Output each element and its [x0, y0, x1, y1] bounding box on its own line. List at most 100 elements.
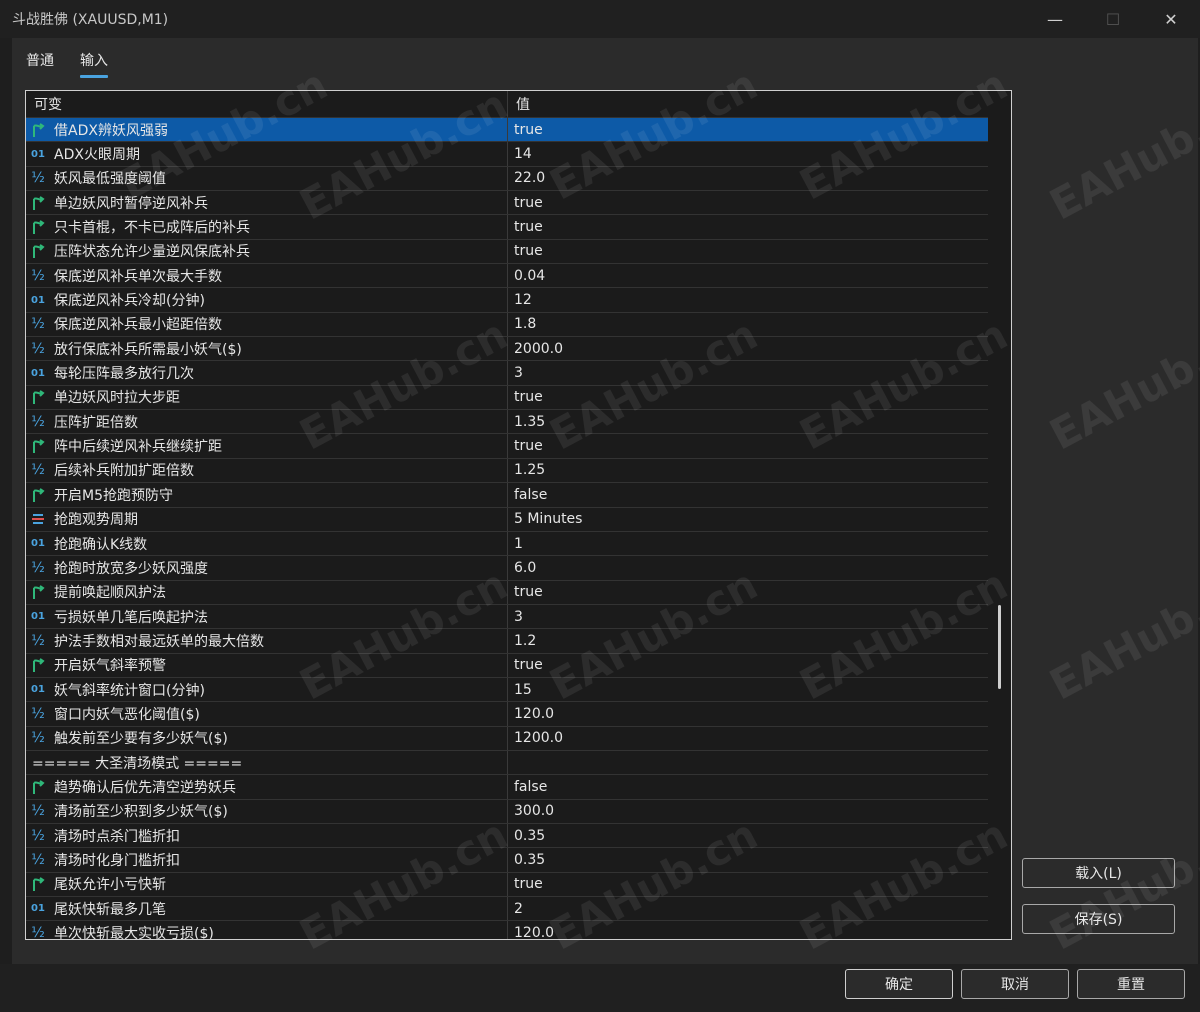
table-row[interactable]: 01 每轮压阵最多放行几次 3 — [26, 361, 988, 386]
variable-name-cell[interactable]: 压阵状态允许少量逆风保底补兵 — [26, 239, 508, 264]
variable-value-cell[interactable]: 3 — [508, 361, 523, 384]
variable-name-cell[interactable]: 01 保底逆风补兵冷却(分钟) — [26, 288, 508, 312]
variable-value-cell[interactable]: true — [508, 118, 543, 141]
variable-value-cell[interactable]: true — [508, 581, 543, 604]
variable-name-cell[interactable]: 01 ADX火眼周期 — [26, 142, 508, 166]
variable-name-cell[interactable]: ½ 窗口内妖气恶化阈值($) — [26, 702, 508, 726]
table-row[interactable]: 01 亏损妖单几笔后唤起护法 3 — [26, 604, 988, 630]
variable-value-cell[interactable]: false — [508, 775, 547, 798]
variable-value-cell[interactable]: 6.0 — [508, 556, 536, 579]
variable-value-cell[interactable]: 2000.0 — [508, 337, 563, 360]
table-row[interactable]: 单边妖风时暂停逆风补兵 true — [26, 191, 988, 216]
variable-name-cell[interactable]: 01 亏损妖单几笔后唤起护法 — [26, 604, 508, 629]
vertical-scrollbar[interactable] — [988, 91, 1011, 939]
variable-value-cell[interactable]: 22.0 — [508, 167, 545, 190]
table-row[interactable]: ½ 保底逆风补兵单次最大手数 0.04 — [26, 264, 988, 289]
variable-value-cell[interactable]: 1.8 — [508, 313, 536, 336]
table-row[interactable]: 趋势确认后优先清空逆势妖兵 false — [26, 775, 988, 800]
variable-name-cell[interactable]: 阵中后续逆风补兵继续扩距 — [26, 434, 508, 458]
table-row[interactable]: 开启妖气斜率预警 true — [26, 653, 988, 678]
variable-name-cell[interactable]: 趋势确认后优先清空逆势妖兵 — [26, 775, 508, 799]
table-row[interactable]: 尾妖允许小亏快斩 true — [26, 872, 988, 897]
table-row[interactable]: ===== 大圣清场模式 ===== — [26, 750, 988, 776]
column-header-variable[interactable]: 可变 — [26, 91, 508, 117]
variable-value-cell[interactable]: 120.0 — [508, 921, 554, 939]
table-row[interactable]: 01 尾妖快斩最多几笔 2 — [26, 897, 988, 922]
table-row[interactable]: ½ 抢跑时放宽多少妖风强度 6.0 — [26, 556, 988, 581]
scrollbar-thumb[interactable] — [998, 605, 1001, 689]
table-row[interactable]: 01 保底逆风补兵冷却(分钟) 12 — [26, 288, 988, 313]
variable-value-cell[interactable]: true — [508, 654, 543, 677]
variable-name-cell[interactable]: 01 尾妖快斩最多几笔 — [26, 897, 508, 921]
variable-name-cell[interactable]: 只卡首棍，不卡已成阵后的补兵 — [26, 215, 508, 239]
variable-name-cell[interactable]: 单边妖风时拉大步距 — [26, 385, 508, 410]
variable-value-cell[interactable]: true — [508, 191, 543, 214]
variable-name-cell[interactable]: 01 每轮压阵最多放行几次 — [26, 361, 508, 385]
variable-name-cell[interactable]: 尾妖允许小亏快斩 — [26, 872, 508, 896]
variable-value-cell[interactable]: 0.35 — [508, 848, 545, 871]
variable-value-cell[interactable]: 1.2 — [508, 629, 536, 652]
load-button[interactable]: 载入(L) — [1022, 858, 1175, 888]
variable-value-cell[interactable] — [508, 751, 514, 774]
variable-name-cell[interactable]: ½ 保底逆风补兵单次最大手数 — [26, 264, 508, 288]
variable-name-cell[interactable]: ½ 清场前至少积到多少妖气($) — [26, 799, 508, 823]
table-row[interactable]: ½ 放行保底补兵所需最小妖气($) 2000.0 — [26, 337, 988, 362]
variable-value-cell[interactable]: 12 — [508, 288, 532, 311]
table-row[interactable]: 只卡首棍，不卡已成阵后的补兵 true — [26, 215, 988, 240]
table-row[interactable]: 压阵状态允许少量逆风保底补兵 true — [26, 239, 988, 265]
variable-name-cell[interactable]: 01 妖气斜率统计窗口(分钟) — [26, 677, 508, 702]
variable-name-cell[interactable]: 单边妖风时暂停逆风补兵 — [26, 191, 508, 215]
variable-name-cell[interactable]: ½ 放行保底补兵所需最小妖气($) — [26, 337, 508, 361]
variable-name-cell[interactable]: ½ 压阵扩距倍数 — [26, 410, 508, 434]
variable-value-cell[interactable]: true — [508, 386, 543, 409]
variable-name-cell[interactable]: ½ 护法手数相对最远妖单的最大倍数 — [26, 629, 508, 653]
table-row[interactable]: 借ADX辨妖风强弱 true — [26, 118, 988, 143]
variable-name-cell[interactable]: 开启妖气斜率预警 — [26, 653, 508, 677]
variable-name-cell[interactable]: ½ 抢跑时放宽多少妖风强度 — [26, 556, 508, 580]
variable-name-cell[interactable]: 提前唤起顺风护法 — [26, 580, 508, 604]
table-row[interactable]: ½ 妖风最低强度阈值 22.0 — [26, 166, 988, 192]
variable-name-cell[interactable]: ½ 单次快斩最大实收亏损($) — [26, 921, 508, 939]
cancel-button[interactable]: 取消 — [961, 969, 1069, 999]
variable-name-cell[interactable]: ===== 大圣清场模式 ===== — [26, 750, 508, 775]
tab-common[interactable]: 普通 — [26, 48, 54, 78]
variable-value-cell[interactable]: 1.35 — [508, 410, 545, 433]
table-row[interactable]: ½ 触发前至少要有多少妖气($) 1200.0 — [26, 726, 988, 751]
table-row[interactable]: 开启M5抢跑预防守 false — [26, 483, 988, 508]
tab-inputs[interactable]: 输入 — [80, 48, 108, 78]
variable-name-cell[interactable]: ½ 触发前至少要有多少妖气($) — [26, 726, 508, 750]
variable-name-cell[interactable]: ½ 保底逆风补兵最小超距倍数 — [26, 312, 508, 337]
table-row[interactable]: ½ 压阵扩距倍数 1.35 — [26, 410, 988, 435]
variable-value-cell[interactable]: 120.0 — [508, 702, 554, 725]
variable-name-cell[interactable]: 抢跑观势周期 — [26, 507, 508, 531]
variable-value-cell[interactable]: 300.0 — [508, 800, 554, 823]
table-row[interactable]: 01 抢跑确认K线数 1 — [26, 531, 988, 557]
variable-name-cell[interactable]: ½ 清场时点杀门槛折扣 — [26, 823, 508, 848]
variable-name-cell[interactable]: 01 抢跑确认K线数 — [26, 531, 508, 556]
variable-name-cell[interactable]: ½ 后续补兵附加扩距倍数 — [26, 458, 508, 483]
close-icon[interactable]: ✕ — [1142, 0, 1200, 38]
variable-value-cell[interactable]: false — [508, 483, 547, 506]
variable-name-cell[interactable]: ½ 清场时化身门槛折扣 — [26, 848, 508, 872]
variable-value-cell[interactable]: 14 — [508, 142, 532, 165]
table-row[interactable]: ½ 清场时点杀门槛折扣 0.35 — [26, 823, 988, 849]
table-row[interactable]: ½ 后续补兵附加扩距倍数 1.25 — [26, 458, 988, 484]
variable-name-cell[interactable]: 开启M5抢跑预防守 — [26, 483, 508, 507]
variable-value-cell[interactable]: 1200.0 — [508, 727, 563, 750]
table-row[interactable]: 提前唤起顺风护法 true — [26, 580, 988, 605]
variable-value-cell[interactable]: 1.25 — [508, 459, 545, 482]
variable-value-cell[interactable]: true — [508, 240, 543, 263]
variable-value-cell[interactable]: true — [508, 434, 543, 457]
variable-value-cell[interactable]: 0.04 — [508, 264, 545, 287]
variable-value-cell[interactable]: 3 — [508, 605, 523, 628]
variable-value-cell[interactable]: true — [508, 873, 543, 896]
table-row[interactable]: 01 妖气斜率统计窗口(分钟) 15 — [26, 677, 988, 703]
table-row[interactable]: ½ 保底逆风补兵最小超距倍数 1.8 — [26, 312, 988, 338]
variable-value-cell[interactable]: true — [508, 215, 543, 238]
table-row[interactable]: ½ 单次快斩最大实收亏损($) 120.0 — [26, 921, 988, 939]
table-row[interactable]: 单边妖风时拉大步距 true — [26, 385, 988, 411]
variable-value-cell[interactable]: 0.35 — [508, 824, 545, 847]
reset-button[interactable]: 重置 — [1077, 969, 1185, 999]
variable-name-cell[interactable]: ½ 妖风最低强度阈值 — [26, 166, 508, 191]
variable-value-cell[interactable]: 1 — [508, 532, 523, 555]
